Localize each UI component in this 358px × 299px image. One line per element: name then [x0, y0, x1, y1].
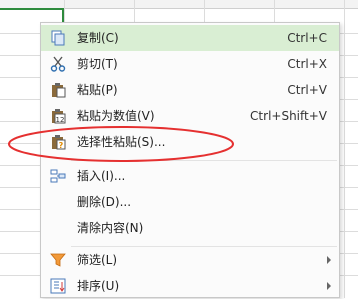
selected-cell[interactable]: [0, 8, 64, 22]
menu-item-sort[interactable]: 排序(U): [41, 273, 339, 299]
filter-icon: [50, 253, 66, 267]
menu-item-label: 清除内容(N): [77, 221, 144, 235]
menu-item-shortcut: Ctrl+V: [287, 83, 327, 97]
menu-item-shortcut: Ctrl+C: [287, 31, 327, 45]
copy-icon: [51, 30, 65, 46]
menu-item-label: 排序(U): [77, 279, 120, 293]
menu-item-copy[interactable]: 复制(C) Ctrl+C: [41, 25, 339, 51]
menu-item-label: 粘贴(P): [77, 83, 118, 97]
paste-values-icon: 12: [52, 109, 66, 124]
grid-col-line: [344, 0, 345, 298]
sort-icon: [50, 278, 66, 294]
context-menu: 复制(C) Ctrl+C 剪切(T) Ctrl+X 粘贴(P) Ctrl+V 1…: [40, 22, 340, 298]
menu-item-label: 筛选(L): [77, 253, 118, 267]
submenu-arrow-icon: [327, 256, 331, 264]
menu-item-insert[interactable]: 插入(I)...: [41, 163, 339, 189]
menu-item-label: 复制(C): [77, 31, 119, 45]
menu-item-paste[interactable]: 粘贴(P) Ctrl+V: [41, 77, 339, 103]
menu-item-clear-contents[interactable]: 清除内容(N): [41, 215, 339, 241]
svg-text:12: 12: [56, 116, 65, 124]
paste-icon: [52, 83, 66, 98]
menu-item-delete[interactable]: 删除(D)...: [41, 189, 339, 215]
menu-item-paste-special[interactable]: ? 选择性粘贴(S)...: [41, 129, 339, 155]
menu-item-paste-values[interactable]: 12 粘贴为数值(V) Ctrl+Shift+V: [41, 103, 339, 129]
svg-text:?: ?: [59, 141, 64, 150]
paste-special-icon: ?: [52, 135, 66, 150]
menu-item-cut[interactable]: 剪切(T) Ctrl+X: [41, 51, 339, 77]
menu-item-label: 删除(D)...: [77, 195, 132, 209]
menu-item-label: 选择性粘贴(S)...: [77, 135, 166, 149]
menu-item-label: 粘贴为数值(V): [77, 109, 155, 123]
menu-item-label: 插入(I)...: [77, 169, 126, 183]
menu-item-filter[interactable]: 筛选(L): [41, 247, 339, 273]
menu-item-shortcut: Ctrl+Shift+V: [250, 109, 327, 123]
menu-item-shortcut: Ctrl+X: [287, 57, 327, 71]
menu-separator: [71, 160, 337, 161]
menu-item-label: 剪切(T): [77, 57, 118, 71]
insert-icon: [50, 169, 66, 183]
cut-icon: [50, 56, 66, 72]
submenu-arrow-icon: [327, 282, 331, 290]
